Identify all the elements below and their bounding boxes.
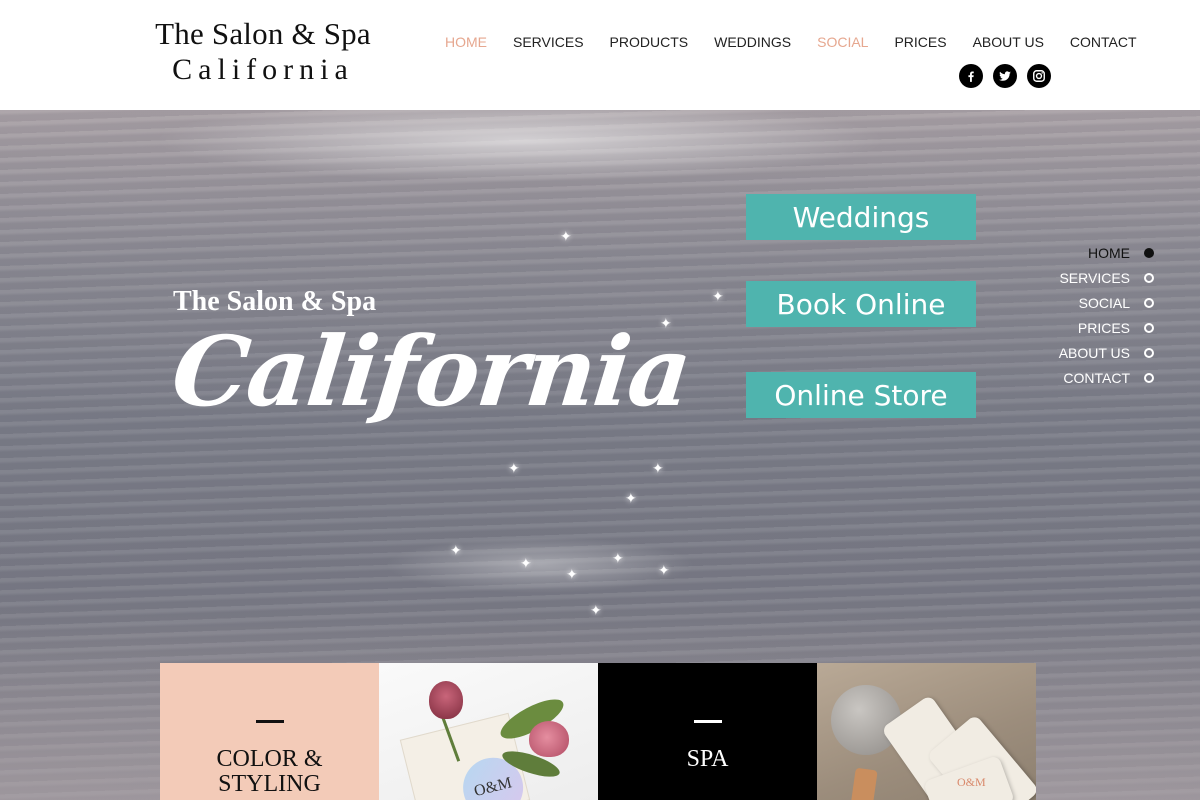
- facebook-icon[interactable]: [959, 64, 983, 88]
- nav-products[interactable]: PRODUCTS: [610, 33, 689, 53]
- product-cap-image: [850, 767, 878, 800]
- product-brand-text: O&M: [957, 775, 986, 789]
- sidenav-item-services[interactable]: SERVICES: [1059, 265, 1154, 290]
- sidenav-label: PRICES: [1077, 319, 1130, 336]
- sidenav-dot-icon: [1144, 347, 1154, 358]
- products-image-tile[interactable]: O&M: [817, 663, 1036, 800]
- brand-badge-text: O&M: [472, 774, 514, 800]
- nav-social[interactable]: SOCIAL: [817, 33, 868, 53]
- sidenav-label: ABOUT US: [1058, 344, 1130, 361]
- sidenav-item-home[interactable]: HOME: [1059, 240, 1154, 265]
- book-online-button[interactable]: Book Online: [746, 281, 976, 327]
- nav-weddings[interactable]: WEDDINGS: [714, 33, 791, 53]
- sparkle-icon: ✦: [712, 288, 724, 304]
- section-side-nav: HOME SERVICES SOCIAL PRICES ABOUT US CON…: [1059, 240, 1154, 390]
- flowers-image-tile[interactable]: O&M: [379, 663, 598, 800]
- nav-prices[interactable]: PRICES: [894, 33, 946, 53]
- stone-sphere-image: [831, 685, 901, 755]
- sidenav-dot-icon: [1144, 272, 1154, 283]
- hero-title: The Salon & Spa California: [167, 286, 695, 428]
- weddings-button[interactable]: Weddings: [746, 194, 976, 240]
- sidenav-item-about-us[interactable]: ABOUT US: [1059, 340, 1154, 365]
- site-logo[interactable]: The Salon & Spa California: [138, 16, 388, 88]
- nav-services[interactable]: SERVICES: [513, 33, 584, 53]
- online-store-button[interactable]: Online Store: [746, 372, 976, 418]
- nav-home[interactable]: HOME: [445, 33, 487, 53]
- sidenav-label: SERVICES: [1059, 269, 1130, 286]
- sidenav-dot-icon: [1144, 322, 1154, 333]
- sparkle-icon: ✦: [612, 550, 624, 566]
- sidenav-dot-icon: [1144, 247, 1154, 258]
- hero-title-small: The Salon & Spa: [173, 286, 377, 317]
- instagram-icon[interactable]: [1027, 64, 1051, 88]
- sidenav-item-social[interactable]: SOCIAL: [1059, 290, 1154, 315]
- sidenav-label: HOME: [1088, 244, 1130, 261]
- top-nav: HOME SERVICES PRODUCTS WEDDINGS SOCIAL P…: [432, 33, 1150, 53]
- sidenav-dot-icon: [1144, 297, 1154, 308]
- feature-tiles: COLOR & STYLING O&M SPA O&M: [160, 663, 1036, 800]
- protea-flower-image: [529, 721, 569, 757]
- color-styling-label: COLOR & STYLING: [160, 747, 379, 797]
- sparkle-icon: ✦: [590, 602, 602, 618]
- sparkle-icon: ✦: [560, 228, 572, 244]
- logo-line-1: The Salon & Spa: [155, 16, 371, 51]
- sidenav-dot-icon: [1144, 372, 1154, 383]
- sidenav-label: SOCIAL: [1078, 294, 1130, 311]
- sparkle-icon: ✦: [450, 542, 462, 558]
- spa-label: SPA: [686, 746, 729, 772]
- sidenav-label: CONTACT: [1063, 369, 1130, 386]
- twitter-icon[interactable]: [993, 64, 1017, 88]
- color-styling-tile[interactable]: COLOR & STYLING: [160, 663, 379, 800]
- sparkle-icon: ✦: [652, 460, 664, 476]
- site-header: The Salon & Spa California HOME SERVICES…: [0, 0, 1200, 110]
- sparkle-icon: ✦: [658, 562, 670, 578]
- nav-contact[interactable]: CONTACT: [1070, 33, 1137, 53]
- sidenav-item-contact[interactable]: CONTACT: [1059, 365, 1154, 390]
- sparkle-icon: ✦: [625, 490, 637, 506]
- color-styling-line-2: STYLING: [218, 771, 321, 797]
- sparkle-icon: ✦: [508, 460, 520, 476]
- protea-flower-image: [429, 681, 463, 719]
- sparkle-icon: ✦: [566, 566, 578, 582]
- hero-title-script: California: [167, 315, 695, 428]
- social-links: [959, 64, 1051, 88]
- logo-line-2: California: [172, 53, 354, 86]
- color-styling-line-1: COLOR &: [216, 746, 323, 772]
- sparkle-icon: ✦: [520, 555, 532, 571]
- nav-about-us[interactable]: ABOUT US: [973, 33, 1044, 53]
- sidenav-item-prices[interactable]: PRICES: [1059, 315, 1154, 340]
- tile-dash: [693, 720, 722, 723]
- spa-tile[interactable]: SPA: [598, 663, 817, 800]
- tile-dash: [255, 720, 284, 723]
